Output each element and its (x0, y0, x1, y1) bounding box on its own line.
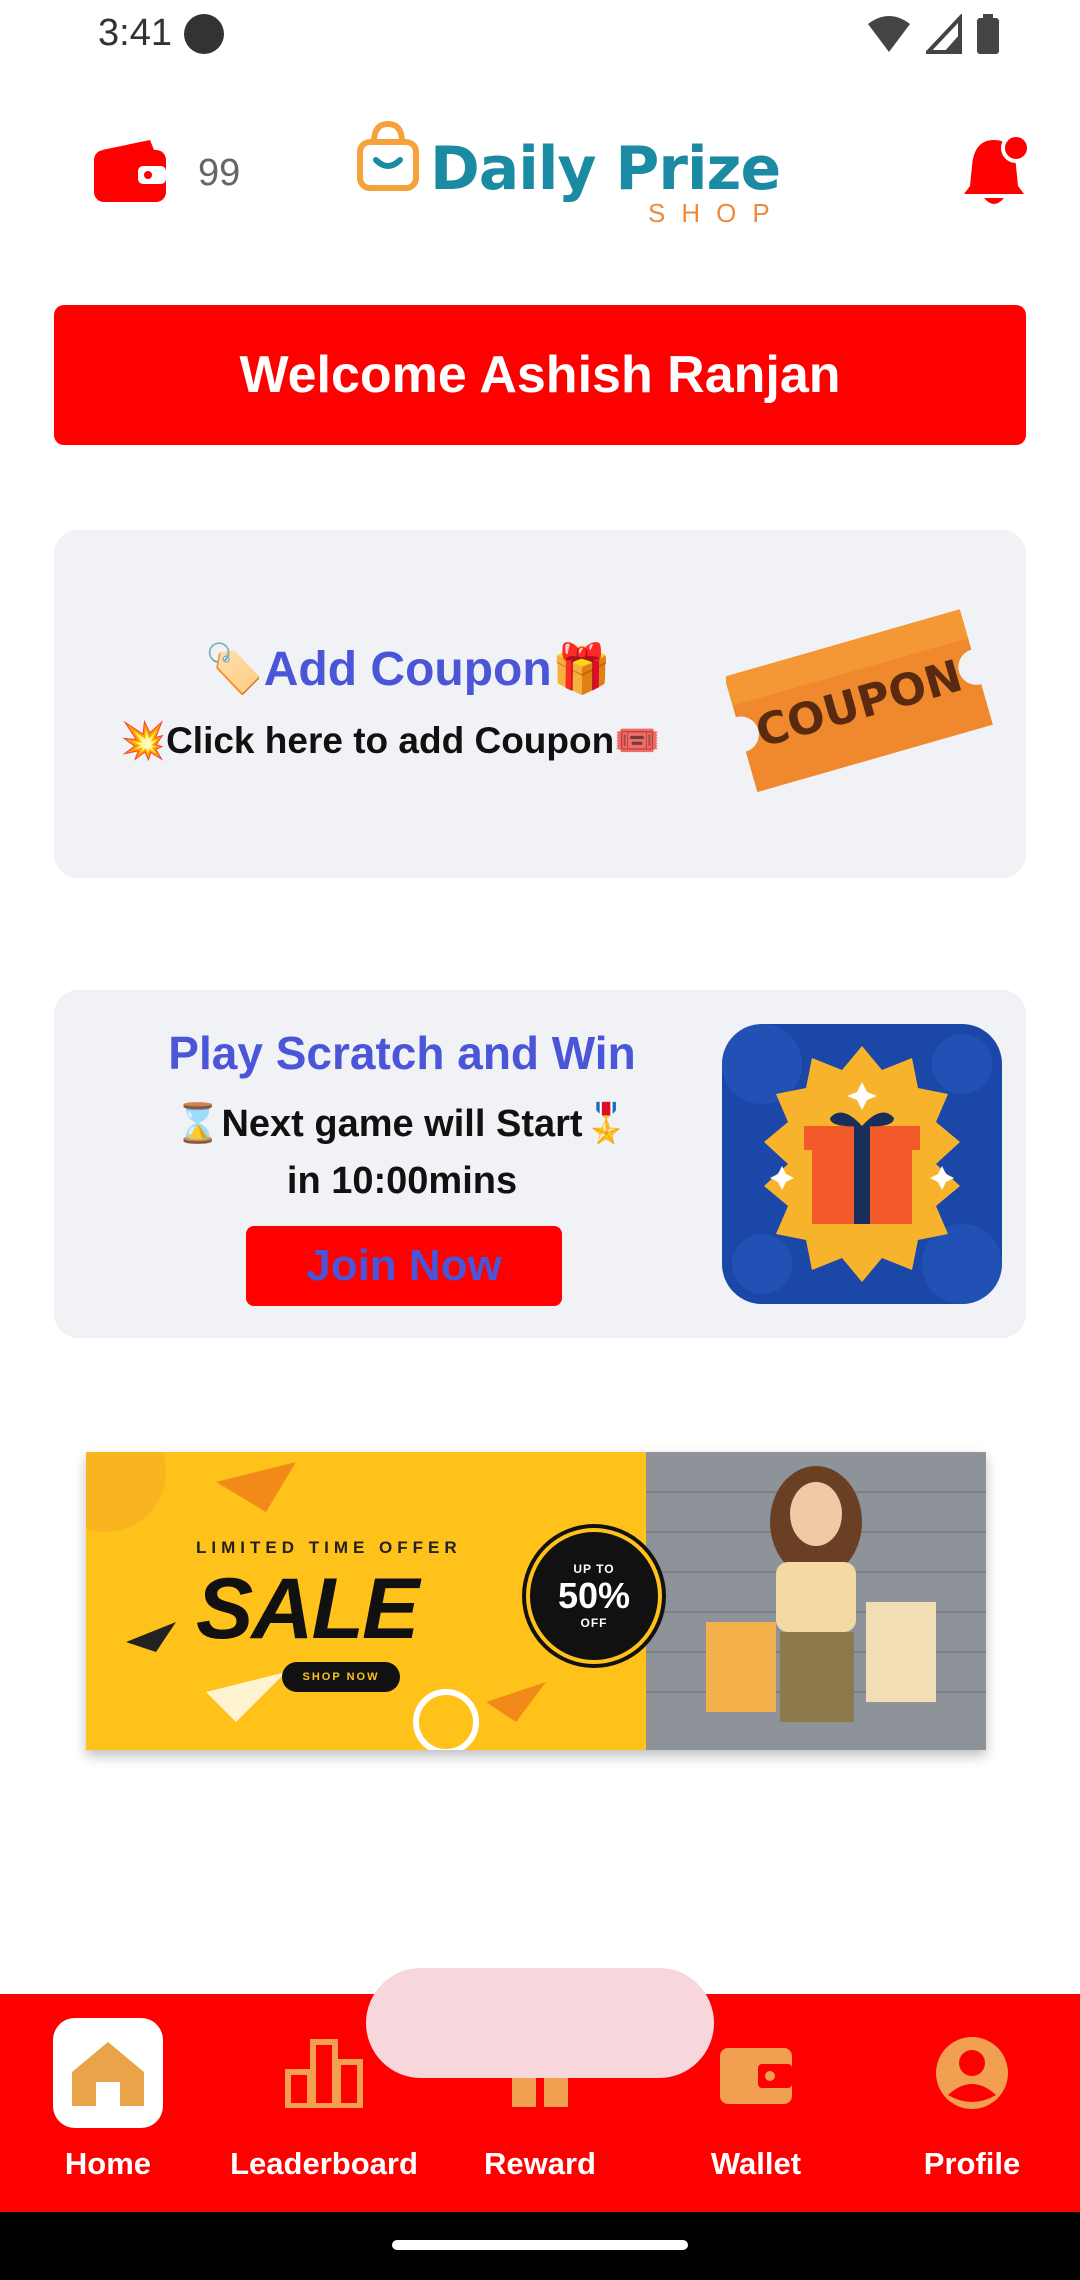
coupon-title-text: Add Coupon (263, 643, 552, 696)
home-handle[interactable] (392, 2240, 688, 2250)
sale-text: SALE (196, 1561, 419, 1657)
woman-shopping-photo (646, 1452, 986, 1750)
nav-profile-label: Profile (923, 2146, 1021, 2181)
discount-percent: 50% (557, 1575, 631, 1616)
nav-home-label: Home (64, 2146, 152, 2181)
status-time: 3:41 (98, 12, 172, 54)
next-game-label: Next game will Start (221, 1103, 583, 1145)
record-dot-icon (184, 14, 224, 54)
coupon-subtitle: 💥Click here to add Coupon🎟️ (120, 720, 660, 763)
tag-icon: 🏷️ (204, 643, 264, 696)
limited-offer-text: LIMITED TIME OFFER (196, 1538, 462, 1557)
nav-leaderboard-label: Leaderboard (230, 2146, 418, 2181)
toast-pill (366, 1968, 714, 2078)
home-icon (53, 2018, 163, 2128)
signal-icon (926, 14, 962, 54)
app-logo: Daily Prize SHOP (356, 116, 781, 228)
sale-banner[interactable]: LIMITED TIME OFFER SALE SHOP NOW UP TO 5… (40, 1418, 1040, 1790)
medal-icon: 🎖️ (582, 1103, 630, 1145)
battery-icon (977, 14, 999, 54)
up-to-text: UP TO (573, 1562, 615, 1576)
nav-profile[interactable]: Profile (864, 1994, 1080, 2212)
nav-reward-label: Reward (484, 2146, 596, 2181)
system-navigation-bar (0, 2212, 1080, 2280)
bar-chart-icon (269, 2018, 379, 2128)
shopping-bag-icon (357, 120, 419, 191)
countdown-text: in 10:00mins (286, 1160, 518, 1202)
join-now-button[interactable]: Join Now (246, 1226, 562, 1306)
gift-emoji-icon: 🎁 (551, 643, 612, 696)
profile-icon (917, 2018, 1027, 2128)
gift-badge-image (722, 1024, 1002, 1304)
nav-home[interactable]: Home (0, 1994, 216, 2212)
next-game-text: ⌛Next game will Start🎖️ (54, 1102, 750, 1146)
wallet-nav-icon (701, 2018, 811, 2128)
wallet-count: 99 (198, 152, 241, 194)
discount-badge: UP TO 50% OFF (526, 1528, 662, 1664)
off-text: OFF (580, 1616, 608, 1630)
wallet-icon[interactable] (94, 140, 166, 207)
add-coupon-card[interactable]: 🏷️Add Coupon🎁 💥Click here to add Coupon🎟… (54, 530, 1026, 878)
coupon-ticket-image: COUPON (724, 600, 996, 805)
sale-banner-image: LIMITED TIME OFFER SALE SHOP NOW UP TO 5… (86, 1452, 986, 1750)
welcome-banner: Welcome Ashish Ranjan (54, 305, 1026, 445)
status-bar: 3:41 (0, 0, 1080, 70)
scratch-win-card: Play Scratch and Win ⌛Next game will Sta… (54, 990, 1026, 1338)
nav-wallet-label: Wallet (710, 2146, 802, 2181)
coupon-title: 🏷️Add Coupon🎁 (204, 640, 611, 697)
scratch-title: Play Scratch and Win (168, 1027, 636, 1079)
bell-icon[interactable] (962, 133, 1031, 215)
logo-subtitle: SHOP (648, 198, 786, 228)
wifi-icon (868, 16, 910, 52)
status-icons (866, 14, 1000, 54)
welcome-text: Welcome Ashish Ranjan (239, 346, 841, 404)
ticket-emoji-icon: 🎟️ (614, 720, 661, 761)
logo-title: Daily Prize (430, 134, 781, 204)
join-now-label: Join Now (306, 1241, 502, 1290)
coupon-subtitle-text: Click here to add Coupon (166, 720, 615, 761)
app-header: 99 Daily Prize SHOP (0, 110, 1080, 240)
shop-now-label: SHOP NOW (282, 1662, 400, 1692)
hourglass-icon: ⌛ (174, 1103, 222, 1145)
collision-icon: 💥 (120, 720, 167, 761)
